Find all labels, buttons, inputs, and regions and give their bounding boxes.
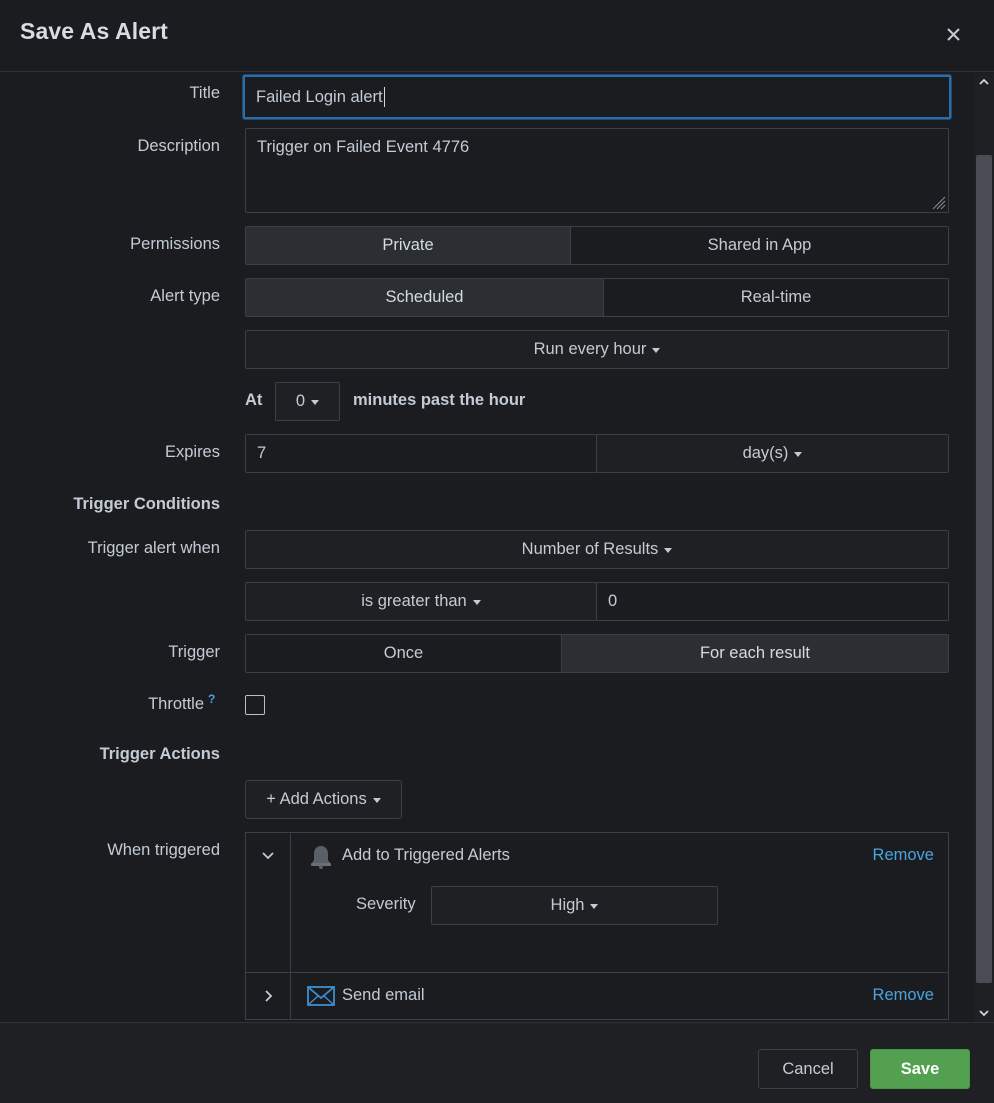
caret-down-icon bbox=[311, 399, 320, 405]
actions-panel: Add to Triggered Alerts Remove Severity … bbox=[245, 832, 949, 1020]
title-input-value: Failed Login alert bbox=[256, 87, 383, 106]
remove-action-link[interactable]: Remove bbox=[873, 846, 934, 865]
severity-value: High bbox=[550, 896, 585, 914]
minutes-suffix: minutes past the hour bbox=[353, 391, 526, 409]
trigger-actions-heading: Trigger Actions bbox=[99, 745, 220, 763]
comparison-dropdown[interactable]: is greater than bbox=[245, 582, 597, 621]
add-actions-label: + Add Actions bbox=[266, 790, 367, 808]
close-icon bbox=[947, 28, 960, 41]
add-actions-button[interactable]: + Add Actions bbox=[245, 780, 402, 819]
trigger-once-option[interactable]: Once bbox=[246, 635, 561, 672]
chevron-right-icon bbox=[265, 990, 273, 1002]
title-input[interactable]: Failed Login alert bbox=[243, 75, 951, 119]
at-label: At bbox=[245, 391, 263, 409]
alert-type-label: Alert type bbox=[150, 287, 220, 305]
trigger-toggle: Once For each result bbox=[245, 634, 949, 673]
action-collapse-toggle[interactable] bbox=[246, 833, 291, 972]
dialog-header: Save As Alert bbox=[0, 0, 994, 72]
description-label: Description bbox=[137, 137, 220, 155]
trigger-label: Trigger bbox=[168, 643, 220, 661]
chevron-up-icon bbox=[979, 78, 989, 85]
threshold-value: 0 bbox=[608, 592, 618, 610]
caret-down-icon bbox=[794, 451, 803, 457]
alert-type-toggle: Scheduled Real-time bbox=[245, 278, 949, 317]
description-textarea[interactable]: Trigger on Failed Event 4776 bbox=[245, 128, 949, 213]
expires-input[interactable]: 7 bbox=[245, 434, 597, 473]
expires-value: 7 bbox=[257, 444, 267, 462]
chevron-down-icon bbox=[979, 1010, 989, 1017]
dialog-footer: Cancel Save bbox=[0, 1022, 994, 1103]
severity-label: Severity bbox=[356, 895, 416, 913]
title-label: Title bbox=[189, 84, 220, 102]
expires-label: Expires bbox=[164, 443, 220, 461]
chevron-down-icon bbox=[262, 852, 274, 860]
trigger-conditions-heading: Trigger Conditions bbox=[73, 495, 220, 513]
permissions-toggle: Private Shared in App bbox=[245, 226, 949, 265]
action-triggered-alerts: Add to Triggered Alerts Remove Severity … bbox=[246, 833, 948, 972]
alert-type-realtime-option[interactable]: Real-time bbox=[603, 279, 948, 316]
caret-down-icon bbox=[652, 347, 661, 353]
trigger-when-label: Trigger alert when bbox=[87, 539, 220, 557]
envelope-icon bbox=[307, 986, 335, 1006]
text-caret bbox=[383, 87, 385, 107]
minutes-value: 0 bbox=[295, 392, 306, 410]
expires-unit-value: day(s) bbox=[742, 444, 789, 462]
throttle-help-icon[interactable]: ? bbox=[208, 692, 215, 706]
severity-dropdown[interactable]: High bbox=[431, 886, 718, 925]
dialog-body: Title Failed Login alert Description Tri… bbox=[0, 73, 974, 1022]
expires-unit-dropdown[interactable]: day(s) bbox=[596, 434, 949, 473]
threshold-input[interactable]: 0 bbox=[596, 582, 949, 621]
alert-type-scheduled-option[interactable]: Scheduled bbox=[246, 279, 603, 316]
trigger-each-result-option[interactable]: For each result bbox=[561, 635, 948, 672]
action-expand-toggle[interactable] bbox=[246, 973, 291, 1019]
throttle-checkbox[interactable] bbox=[245, 695, 265, 715]
cancel-button[interactable]: Cancel bbox=[758, 1049, 858, 1089]
close-button[interactable] bbox=[940, 20, 968, 48]
vertical-scrollbar[interactable] bbox=[974, 73, 994, 1022]
throttle-label: Throttle bbox=[148, 695, 204, 713]
permissions-private-option[interactable]: Private bbox=[246, 227, 570, 264]
when-triggered-label: When triggered bbox=[107, 841, 220, 859]
caret-down-icon bbox=[372, 797, 381, 803]
caret-down-icon bbox=[472, 599, 481, 605]
permissions-label: Permissions bbox=[130, 235, 220, 253]
trigger-when-dropdown[interactable]: Number of Results bbox=[245, 530, 949, 569]
remove-action-link[interactable]: Remove bbox=[873, 986, 934, 1005]
scrollbar-thumb[interactable] bbox=[976, 155, 992, 983]
action-name: Send email bbox=[342, 986, 425, 1004]
scroll-up-button[interactable] bbox=[974, 73, 994, 91]
scroll-down-button[interactable] bbox=[974, 1004, 994, 1022]
permissions-shared-option[interactable]: Shared in App bbox=[570, 227, 948, 264]
caret-down-icon bbox=[664, 547, 673, 553]
resize-grip-icon[interactable] bbox=[930, 194, 946, 210]
trigger-when-value: Number of Results bbox=[521, 540, 659, 558]
action-name: Add to Triggered Alerts bbox=[342, 846, 510, 864]
dialog-title: Save As Alert bbox=[20, 18, 168, 44]
save-button[interactable]: Save bbox=[870, 1049, 970, 1089]
schedule-value: Run every hour bbox=[533, 340, 647, 358]
minutes-dropdown[interactable]: 0 bbox=[275, 382, 340, 421]
action-send-email: Send email Remove bbox=[246, 972, 948, 1019]
bell-icon bbox=[311, 846, 331, 869]
schedule-dropdown[interactable]: Run every hour bbox=[245, 330, 949, 369]
save-as-alert-dialog: Save As Alert Title Failed Login alert D… bbox=[0, 0, 994, 1103]
comparison-value: is greater than bbox=[361, 592, 467, 610]
caret-down-icon bbox=[590, 903, 599, 909]
description-value: Trigger on Failed Event 4776 bbox=[257, 138, 470, 156]
